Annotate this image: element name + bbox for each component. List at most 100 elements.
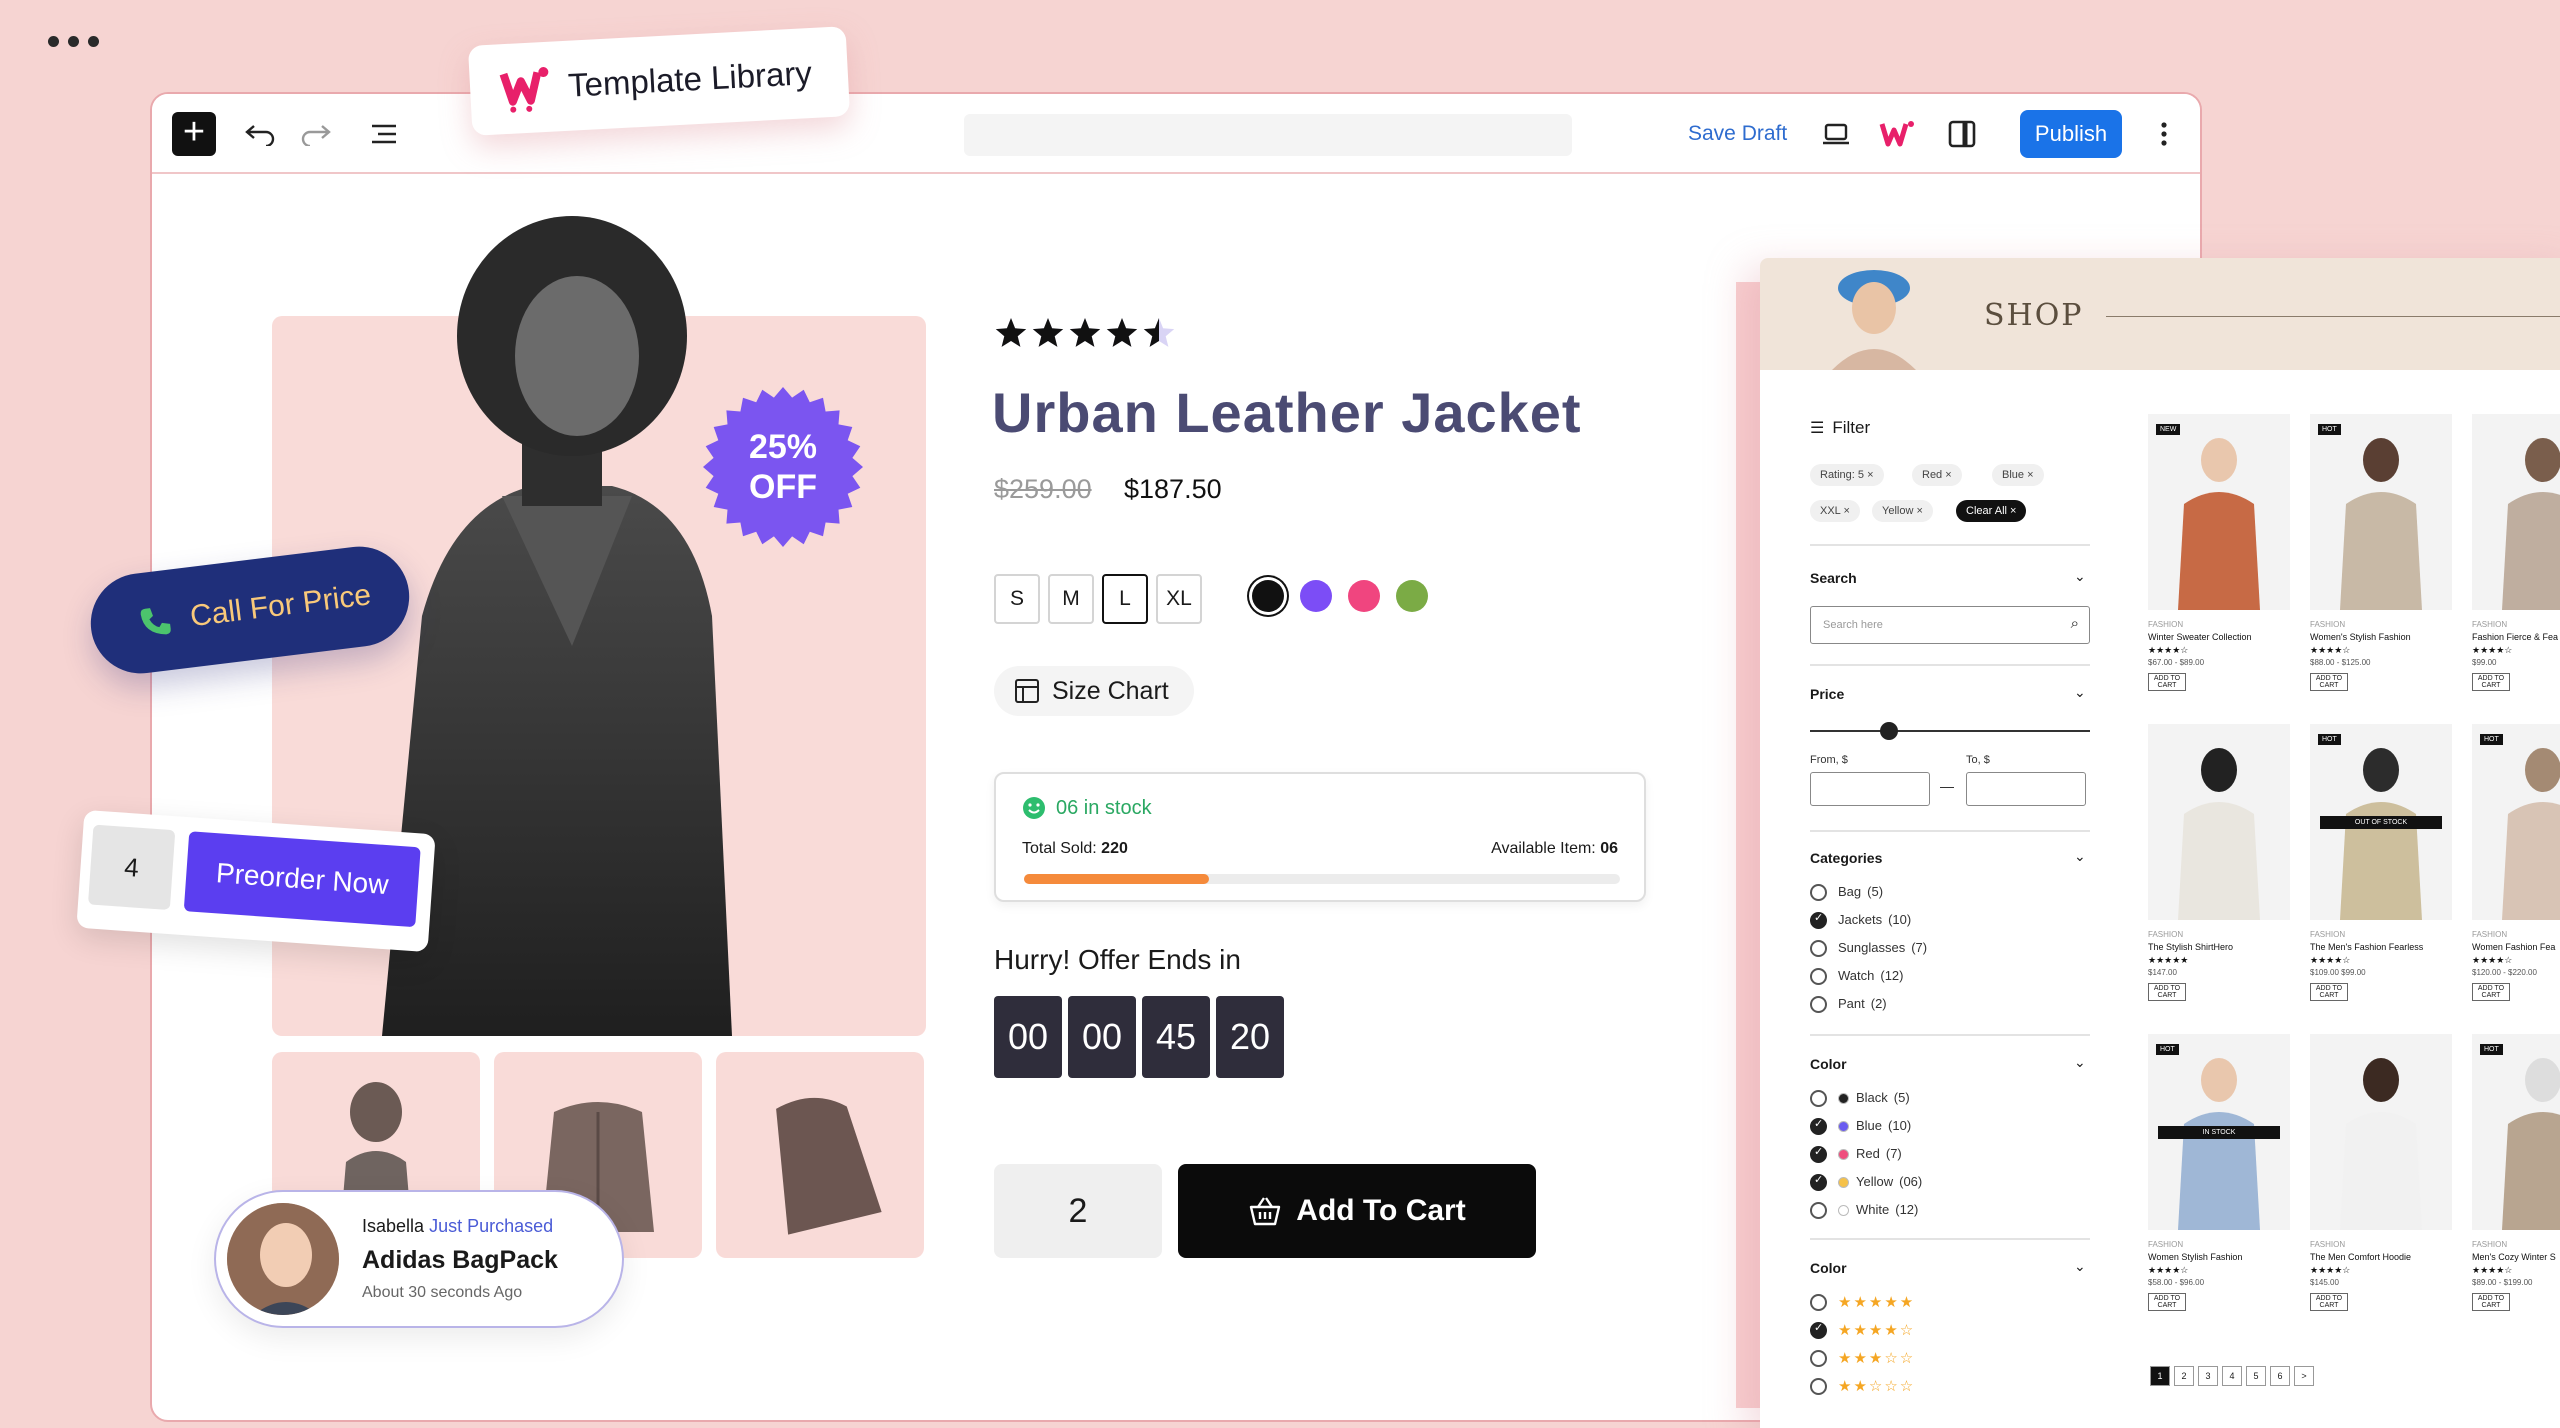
product-card[interactable]: HOT IN STOCK FASHION Women Stylish Fashion ★… [2148,1034,2290,1311]
rating-checkbox[interactable] [1810,1350,1827,1367]
chevron-down-icon[interactable]: ⌄ [2074,1258,2086,1275]
quantity-input[interactable]: 2 [994,1164,1162,1258]
pagination-page[interactable]: 4 [2222,1366,2242,1386]
product-category: FASHION [2310,620,2346,629]
list-view-icon[interactable] [364,114,404,154]
save-draft-link[interactable]: Save Draft [1688,122,1787,146]
category-option[interactable]: Watch (12) [1838,968,1903,983]
product-card-image[interactable]: HOT [2472,1034,2560,1230]
add-to-cart-mini-button[interactable]: ADD TO CART [2310,673,2348,691]
add-to-cart-mini-button[interactable]: ADD TO CART [2472,983,2510,1001]
price-slider-handle[interactable] [1880,722,1898,740]
add-to-cart-mini-button[interactable]: ADD TO CART [2310,983,2348,1001]
chevron-down-icon[interactable]: ⌄ [2074,1054,2086,1071]
color-option[interactable]: Red (7) [1856,1146,1902,1161]
add-to-cart-button[interactable]: Add To Cart [1178,1164,1536,1258]
publish-button[interactable]: Publish [2020,110,2122,158]
brand-logo-icon[interactable] [1878,114,1918,154]
add-to-cart-mini-button[interactable]: ADD TO CART [2472,1293,2510,1311]
color-option[interactable]: Yellow (06) [1856,1174,1922,1189]
pagination-page[interactable]: 5 [2246,1366,2266,1386]
product-card-image[interactable] [2310,1034,2452,1230]
product-card[interactable]: FASHION The Stylish ShirtHero ★★★★★ $147.00… [2148,724,2290,1001]
color-checkbox[interactable] [1810,1145,1827,1163]
filter-chip[interactable]: Red × [1912,464,1962,486]
chevron-down-icon[interactable]: ⌄ [2074,848,2086,865]
product-card[interactable]: HOT OUT OF STOCK FASHION The Men's Fashion … [2310,724,2452,1001]
more-options-icon[interactable] [2144,114,2184,154]
add-to-cart-mini-button[interactable]: ADD TO CART [2148,673,2186,691]
product-card[interactable]: HOT FASHION Women's Stylish Fashion ★★★★☆ $8… [2310,414,2452,691]
add-block-button[interactable]: + [172,112,216,156]
chevron-down-icon[interactable]: ⌄ [2074,684,2086,701]
category-option[interactable]: Jackets (10) [1838,912,1911,927]
color-checkbox[interactable] [1810,1173,1827,1191]
size-chart-button[interactable]: Size Chart [994,666,1194,716]
size-option-s[interactable]: S [994,574,1040,624]
color-checkbox[interactable] [1810,1090,1827,1107]
color-swatch-green[interactable] [1396,580,1428,612]
color-option[interactable]: Black (5) [1856,1090,1910,1105]
product-card-image[interactable]: HOT IN STOCK [2148,1034,2290,1230]
size-option-m[interactable]: M [1048,574,1094,624]
product-card[interactable]: HOT FASHION Women Fashion Fea ★★★★☆ $120.00 … [2472,724,2560,1001]
pagination-page[interactable]: > [2294,1366,2314,1386]
category-checkbox[interactable] [1810,911,1827,929]
size-option-l[interactable]: L [1102,574,1148,624]
color-swatch-pink[interactable] [1348,580,1380,612]
color-checkbox[interactable] [1810,1117,1827,1135]
pagination-page[interactable]: 2 [2174,1366,2194,1386]
add-to-cart-mini-button[interactable]: ADD TO CART [2310,1293,2348,1311]
filter-chip[interactable]: XXL × [1810,500,1860,522]
product-card-image[interactable] [2472,414,2560,610]
product-card[interactable]: HOT FASHION Men's Cozy Winter S ★★★★☆ $89.00… [2472,1034,2560,1311]
product-card-image[interactable] [2148,724,2290,920]
filter-chip[interactable]: Blue × [1992,464,2044,486]
category-option[interactable]: Bag (5) [1838,884,1883,899]
color-option[interactable]: Blue (10) [1856,1118,1911,1133]
clear-all-chip[interactable]: Clear All × [1956,500,2027,522]
product-card-image[interactable]: HOT [2472,724,2560,920]
preview-laptop-icon[interactable] [1816,114,1856,154]
rating-checkbox[interactable] [1810,1294,1827,1311]
sidebar-toggle-icon[interactable] [1942,114,1982,154]
product-card[interactable]: NEW FASHION Winter Sweater Collection ★★★★☆… [2148,414,2290,691]
chevron-down-icon[interactable]: ⌄ [2074,568,2086,585]
product-card[interactable]: FASHION The Men Comfort Hoodie ★★★★☆ $145.0… [2310,1034,2452,1311]
rating-checkbox[interactable] [1810,1378,1827,1395]
preorder-now-button[interactable]: Preorder Now [183,831,421,928]
pagination-page[interactable]: 1 [2150,1366,2170,1386]
title-bar-field[interactable] [964,114,1572,156]
size-option-xl[interactable]: XL [1156,574,1202,624]
category-option[interactable]: Sunglasses (7) [1838,940,1927,955]
color-checkbox[interactable] [1810,1202,1827,1219]
window-menu-dots[interactable] [48,36,99,47]
add-to-cart-mini-button[interactable]: ADD TO CART [2148,983,2186,1001]
category-checkbox[interactable] [1810,884,1827,901]
product-card-image[interactable]: NEW [2148,414,2290,610]
search-input[interactable]: Search here ⌕ [1810,606,2090,644]
category-checkbox[interactable] [1810,940,1827,957]
color-option[interactable]: White (12) [1856,1202,1918,1217]
price-from-input[interactable] [1810,772,1930,806]
product-card-image[interactable]: HOT [2310,414,2452,610]
add-to-cart-mini-button[interactable]: ADD TO CART [2148,1293,2186,1311]
price-to-input[interactable] [1966,772,2086,806]
product-card[interactable]: FASHION Fashion Fierce & Fea ★★★★☆ $99.00 AD… [2472,414,2560,691]
redo-icon[interactable] [296,114,336,154]
rating-checkbox[interactable] [1810,1321,1827,1339]
category-checkbox[interactable] [1810,996,1827,1013]
pagination-page[interactable]: 3 [2198,1366,2218,1386]
preorder-quantity[interactable]: 4 [87,824,176,911]
category-option[interactable]: Pant (2) [1838,996,1887,1011]
category-checkbox[interactable] [1810,968,1827,985]
color-swatch-purple[interactable] [1300,580,1332,612]
pagination-page[interactable]: 6 [2270,1366,2290,1386]
undo-icon[interactable] [240,114,280,154]
filter-chip[interactable]: Rating: 5 × [1810,464,1884,486]
product-thumbnail-3[interactable] [716,1052,924,1258]
product-card-image[interactable]: HOT OUT OF STOCK [2310,724,2452,920]
add-to-cart-mini-button[interactable]: ADD TO CART [2472,673,2510,691]
color-swatch-black[interactable] [1252,580,1284,612]
filter-chip[interactable]: Yellow × [1872,500,1933,522]
